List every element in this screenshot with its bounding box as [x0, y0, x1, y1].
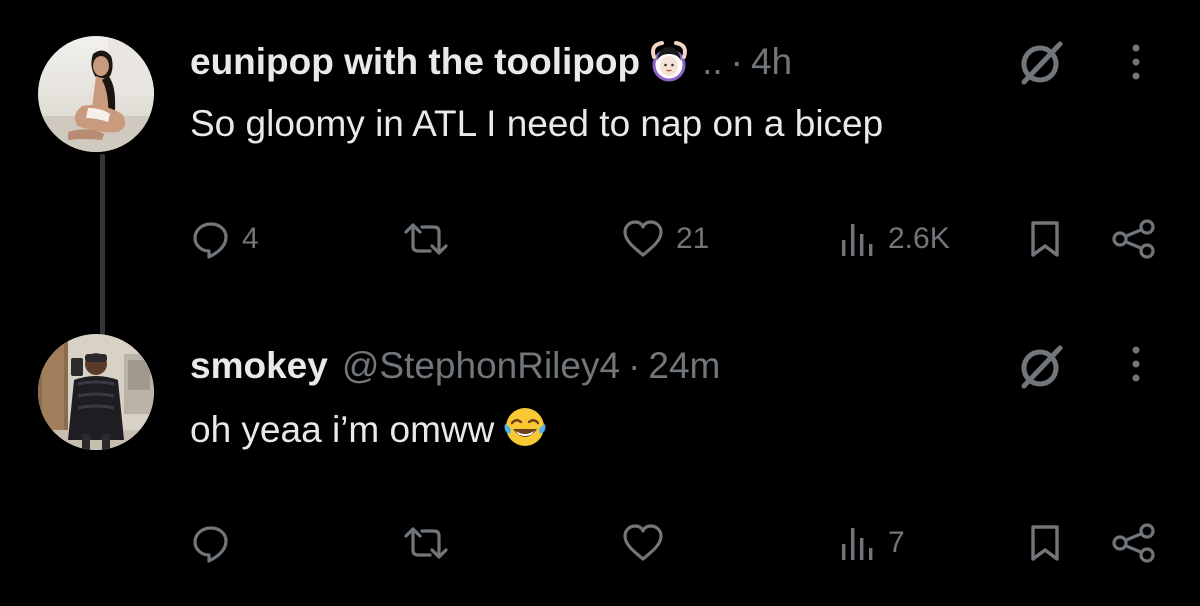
share-button[interactable] [1110, 518, 1158, 568]
action-bar: 7 [0, 518, 1200, 568]
reply-icon [193, 222, 228, 259]
bookmark-icon [1031, 221, 1059, 257]
grok-icon[interactable] [1016, 38, 1066, 88]
action-bar: 4 21 2.6K [0, 214, 1200, 264]
tweet-header: eunipop with the toolipop .. · 4h [190, 36, 792, 88]
grok-icon[interactable] [1016, 342, 1066, 392]
separator: · [730, 41, 743, 82]
bookmark-icon [1031, 525, 1059, 561]
tweet-text: oh yeaa i’m omww [190, 409, 495, 450]
share-icon [1112, 219, 1155, 259]
retweet-icon [404, 223, 448, 255]
timestamp[interactable]: 4h [751, 36, 792, 88]
person-gesturing-ok-emoji [648, 41, 690, 83]
tweet-1[interactable]: eunipop with the toolipop .. · 4h So glo… [0, 0, 1200, 336]
handle[interactable]: @StephonRiley4 [342, 340, 620, 392]
retweet-button[interactable] [400, 214, 462, 264]
heart-icon [623, 524, 663, 561]
more-icon[interactable] [1122, 342, 1150, 390]
reply-button[interactable] [190, 518, 242, 568]
separator: · [628, 345, 641, 386]
views-icon [842, 224, 873, 256]
share-icon [1112, 523, 1155, 563]
more-icon[interactable] [1122, 40, 1150, 88]
tweet-2[interactable]: smokey @StephonRiley4 · 24m oh yeaa i’m … [0, 300, 1200, 606]
tweet-header: smokey @StephonRiley4 · 24m [190, 340, 720, 392]
heart-icon [623, 220, 663, 257]
tweet-text: So gloomy in ATL I need to nap on a bice… [190, 103, 884, 144]
like-button[interactable] [620, 518, 676, 568]
views-button[interactable]: 7 [838, 518, 905, 568]
bookmark-button[interactable] [1026, 518, 1064, 568]
views-button[interactable]: 2.6K [838, 214, 950, 264]
view-count: 7 [888, 526, 905, 559]
timestamp[interactable]: 24m [648, 340, 720, 392]
truncation-dots: .. [702, 41, 723, 82]
reply-count: 4 [242, 222, 259, 255]
tweet-text-container: oh yeaa i’m omww [190, 404, 548, 454]
avatar[interactable] [38, 334, 154, 450]
share-button[interactable] [1110, 214, 1158, 264]
views-icon [842, 528, 873, 560]
reply-button[interactable]: 4 [190, 214, 259, 264]
retweet-button[interactable] [400, 518, 462, 568]
retweet-icon [404, 527, 448, 559]
display-name[interactable]: eunipop with the toolipop [190, 36, 640, 88]
bookmark-button[interactable] [1026, 214, 1064, 264]
reply-icon [193, 526, 228, 563]
like-button[interactable]: 21 [620, 214, 709, 264]
view-count: 2.6K [888, 222, 950, 255]
like-count: 21 [676, 222, 710, 255]
face-with-tears-of-joy-emoji [502, 404, 548, 450]
avatar[interactable] [38, 36, 154, 152]
display-name[interactable]: smokey [190, 340, 328, 392]
